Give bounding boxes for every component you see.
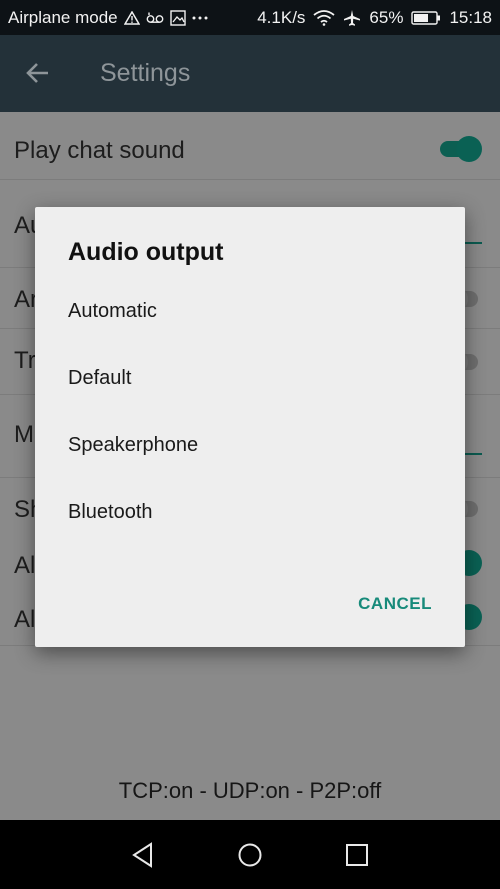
clock: 15:18 [449,7,492,27]
navigation-bar [0,820,500,889]
warning-icon [123,10,140,25]
network-speed: 4.1K/s [257,7,306,27]
option-label: Speakerphone [68,434,199,456]
settings-row-play-chat-sound[interactable]: Play chat sound [0,112,500,180]
wifi-icon [313,9,335,26]
page-title: Settings [100,59,191,87]
settings-row-label: Tr [14,347,36,374]
option-speakerphone[interactable]: Speakerphone [35,418,465,478]
option-bluetooth[interactable]: Bluetooth [35,485,465,545]
option-default[interactable]: Default [35,351,465,411]
settings-row-label: M [14,421,34,448]
cancel-button[interactable]: CANCEL [358,594,432,614]
nav-back-icon[interactable] [123,835,163,875]
nav-home-icon[interactable] [230,835,270,875]
connection-status: TCP:on - UDP:on - P2P:off [118,778,382,803]
settings-row-label: Al [14,552,36,579]
nav-recents-icon[interactable] [337,835,377,875]
option-automatic[interactable]: Automatic [35,284,465,344]
option-label: Bluetooth [68,501,153,523]
voicemail-icon [146,11,164,25]
status-bar: Airplane mode 4.1K/s 65% 15:18 [0,0,500,35]
back-arrow-icon[interactable] [24,59,52,92]
more-icon [192,15,208,21]
airplane-icon [343,9,361,27]
settings-row-label: Al [14,606,36,633]
app-bar: Settings [0,35,500,112]
audio-output-dialog: Audio output Automatic Default Speakerph… [35,207,465,647]
battery-percent: 65% [369,7,404,27]
dialog-title: Audio output [68,238,224,266]
settings-row-label: Play chat sound [14,137,185,164]
battery-icon [411,10,441,26]
option-label: Default [68,367,132,389]
image-icon [169,9,186,26]
carrier-text: Airplane mode [8,7,118,27]
option-label: Automatic [68,300,157,322]
